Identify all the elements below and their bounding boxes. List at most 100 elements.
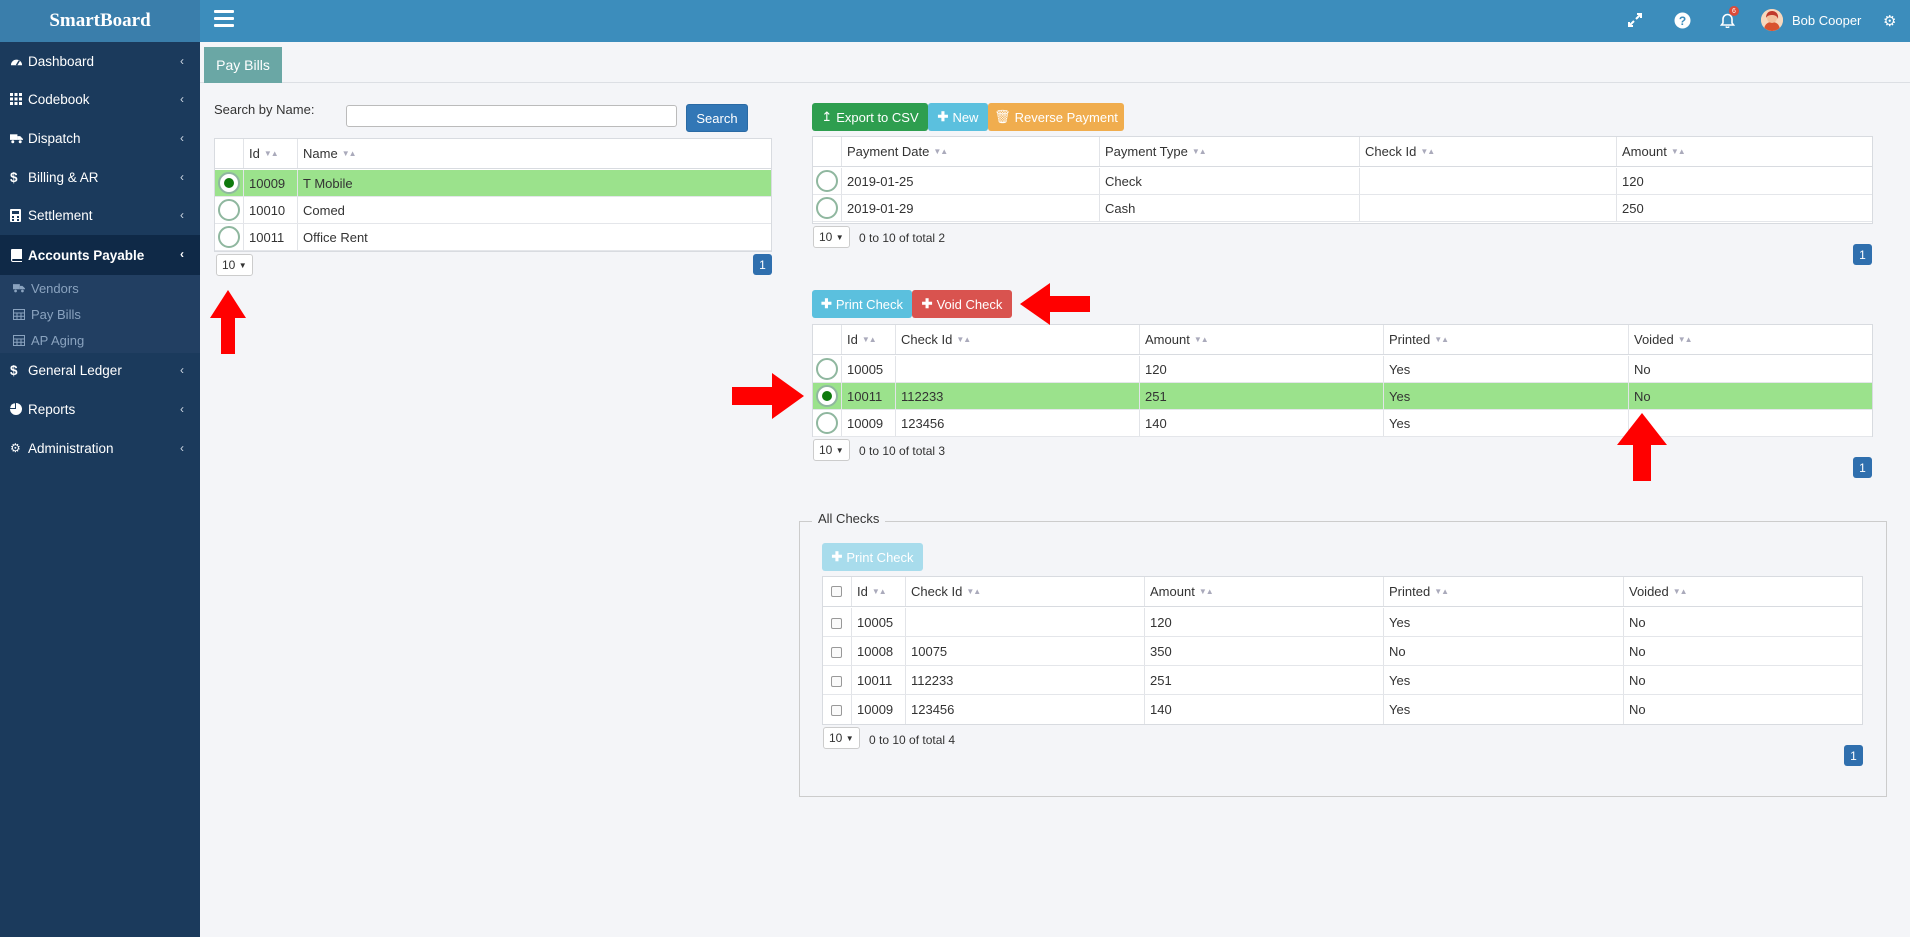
page-size-select[interactable]: 10 ▼ — [216, 254, 253, 276]
column-header-id[interactable]: Id ▼▲ — [851, 577, 887, 606]
page-button[interactable]: 1 — [1853, 457, 1872, 478]
reverse-payment-button[interactable]: 🗑 Reverse Payment — [988, 103, 1124, 131]
column-header-printed[interactable]: Printed ▼▲ — [1383, 577, 1449, 606]
sidebar-item-dashboard[interactable]: Dashboard ‹ — [0, 42, 200, 80]
tab-pay-bills[interactable]: Pay Bills — [204, 47, 282, 83]
sort-icon: ▼▲ — [1670, 147, 1686, 156]
row-checkbox[interactable] — [831, 676, 842, 687]
row-checkbox[interactable] — [831, 647, 842, 658]
row-radio[interactable] — [816, 385, 838, 407]
table-row[interactable]: 10005 120 Yes No — [823, 608, 1862, 637]
table-row[interactable]: 2019-01-25 Check 120 — [813, 168, 1872, 195]
column-header-check-id[interactable]: Check Id ▼▲ — [1359, 137, 1435, 166]
print-check-button[interactable]: ✚ Print Check — [812, 290, 912, 318]
page-size-select[interactable]: 10 ▼ — [813, 439, 850, 461]
table-row[interactable]: 10008 10075 350 No No — [823, 637, 1862, 666]
row-radio[interactable] — [816, 170, 838, 192]
table-row[interactable]: 10011 112233 251 Yes No — [813, 383, 1872, 410]
help-icon[interactable]: ? — [1674, 12, 1691, 32]
cell-printed: Yes — [1389, 614, 1411, 630]
brand-logo[interactable]: SmartBoard — [0, 0, 200, 42]
cell-name: Comed — [303, 202, 345, 218]
column-header-voided[interactable]: Voided ▼▲ — [1623, 577, 1688, 606]
table-row[interactable]: 10011 112233 251 Yes No — [823, 666, 1862, 695]
cell-voided: No — [1629, 672, 1646, 688]
table-row[interactable]: 10009 123456 140 Yes — [813, 410, 1872, 437]
sidebar-item-accounts-payable[interactable]: Accounts Payable ‹ — [0, 235, 200, 275]
column-header-check-id[interactable]: Check Id ▼▲ — [895, 325, 971, 354]
subitem-label: AP Aging — [31, 332, 85, 348]
page-button[interactable]: 1 — [1853, 244, 1872, 265]
row-radio[interactable] — [816, 358, 838, 380]
page-button[interactable]: 1 — [1844, 745, 1863, 766]
table-row[interactable]: 10009 T Mobile — [215, 170, 771, 197]
plus-icon: ✚ — [921, 296, 933, 311]
row-checkbox[interactable] — [831, 618, 842, 629]
caret-down-icon: ▼ — [835, 445, 844, 455]
new-payment-button[interactable]: ✚ New — [928, 103, 988, 131]
sidebar-item-general-ledger[interactable]: $ General Ledger ‹ — [0, 351, 200, 389]
sidebar-item-dispatch[interactable]: Dispatch ‹ — [0, 119, 200, 157]
sidebar-item-billing[interactable]: $ Billing & AR ‹ — [0, 158, 200, 196]
cell-voided: No — [1629, 702, 1646, 717]
sidebar-item-settlement[interactable]: Settlement ‹ — [0, 196, 200, 234]
chevron-left-icon: ‹ — [180, 363, 184, 377]
column-header-printed[interactable]: Printed ▼▲ — [1383, 325, 1449, 354]
sidebar-subitem-ap-aging[interactable]: AP Aging — [13, 329, 84, 351]
select-all-checkbox[interactable] — [831, 586, 842, 597]
row-checkbox[interactable] — [831, 705, 842, 716]
table-row[interactable]: 10010 Comed — [215, 197, 771, 224]
sidebar-subitem-pay-bills[interactable]: Pay Bills — [13, 303, 81, 325]
column-header-amount[interactable]: Amount ▼▲ — [1144, 577, 1214, 606]
column-header-amount[interactable]: Amount ▼▲ — [1616, 137, 1686, 166]
void-check-button[interactable]: ✚ Void Check — [912, 290, 1012, 318]
annotation-arrow-up-icon — [1617, 413, 1667, 481]
row-radio[interactable] — [816, 197, 838, 219]
hamburger-menu-icon[interactable] — [214, 10, 234, 30]
avatar[interactable] — [1761, 9, 1783, 31]
table-row[interactable]: 10009 123456 140 Yes No — [823, 695, 1862, 724]
cell-name: Office Rent — [303, 229, 368, 245]
table-row[interactable]: 10011 Office Rent — [215, 224, 771, 251]
settings-cogs-icon[interactable]: ⚙ — [1883, 12, 1896, 30]
sidebar-item-reports[interactable]: Reports ‹ — [0, 390, 200, 428]
user-name[interactable]: Bob Cooper — [1792, 13, 1861, 28]
column-header-id[interactable]: Id ▼▲ — [841, 325, 877, 354]
export-csv-button[interactable]: ↥ Export to CSV — [812, 103, 928, 131]
page-button[interactable]: 1 — [753, 254, 772, 275]
table-row[interactable]: 2019-01-29 Cash 250 — [813, 195, 1872, 222]
chevron-left-icon: ‹ — [180, 441, 184, 455]
caret-down-icon: ▼ — [845, 733, 854, 743]
cell-printed: Yes — [1389, 672, 1411, 688]
cell-id: 10009 — [847, 415, 884, 431]
column-header-check-id[interactable]: Check Id ▼▲ — [905, 577, 981, 606]
sidebar-subitem-vendors[interactable]: Vendors — [13, 277, 79, 299]
row-radio[interactable] — [218, 199, 240, 221]
column-header-amount[interactable]: Amount ▼▲ — [1139, 325, 1209, 354]
cell-check-id: 10075 — [911, 643, 948, 659]
chevron-left-icon: ‹ — [180, 402, 184, 416]
table-header: Id ▼▲ Name ▼▲ — [215, 139, 771, 169]
column-header-voided[interactable]: Voided ▼▲ — [1628, 325, 1693, 354]
column-header-payment-date[interactable]: Payment Date ▼▲ — [841, 137, 948, 166]
subitem-label: Vendors — [31, 280, 79, 296]
sort-icon: ▼▲ — [1420, 147, 1435, 156]
sort-icon: ▼▲ — [1434, 587, 1449, 596]
search-button[interactable]: Search — [686, 104, 748, 132]
sidebar-item-administration[interactable]: ⚙ Administration ‹ — [0, 429, 200, 467]
column-header-payment-type[interactable]: Payment Type ▼▲ — [1099, 137, 1207, 166]
sort-icon: ▼▲ — [1191, 147, 1207, 156]
row-radio[interactable] — [218, 172, 240, 194]
page-size-select[interactable]: 10 ▼ — [813, 226, 850, 248]
search-input[interactable] — [346, 105, 677, 127]
cell-payment-type: Check — [1105, 173, 1142, 189]
row-radio[interactable] — [218, 226, 240, 248]
page-size-select[interactable]: 10 ▼ — [823, 727, 860, 749]
column-header-name[interactable]: Name ▼▲ — [297, 139, 357, 168]
column-header-id[interactable]: Id ▼▲ — [243, 139, 279, 168]
sidebar-item-codebook[interactable]: Codebook ‹ — [0, 80, 200, 118]
row-radio[interactable] — [816, 412, 838, 434]
table-row[interactable]: 10005 120 Yes No — [813, 356, 1872, 383]
print-all-checks-button[interactable]: ✚ Print Check — [822, 543, 923, 571]
expand-icon[interactable] — [1628, 13, 1642, 30]
